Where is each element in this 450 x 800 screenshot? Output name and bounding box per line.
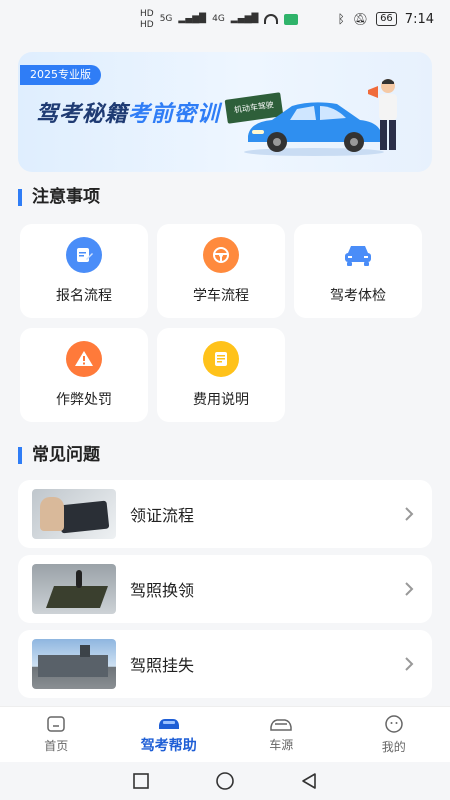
steering-wheel-icon xyxy=(203,237,239,273)
back-icon[interactable] xyxy=(300,772,318,790)
system-nav-bar xyxy=(0,762,450,800)
car-help-icon xyxy=(158,718,179,729)
status-right: ᛒ 🔕︎ 66 7:14 xyxy=(338,12,434,27)
faq-item-label: 驾照换领 xyxy=(130,581,195,600)
clock: 7:14 xyxy=(404,11,434,27)
notice-item-label: 报名流程 xyxy=(56,288,112,304)
status-bar: HD HD 5G ▂▄▆█ 4G ▂▄▆█ ᛒ 🔕︎ 66 7:14 xyxy=(0,0,450,38)
notice-item-signup[interactable]: 报名流程 xyxy=(20,224,148,318)
network-label-2: HD xyxy=(140,19,154,30)
license-thumbnail xyxy=(32,489,116,539)
banner-title-part2: 考前密训 xyxy=(128,102,221,127)
profile-icon xyxy=(385,715,403,733)
faq-item-license-renewal[interactable]: 驾照换领 xyxy=(18,555,432,623)
banner-tag: 2025专业版 xyxy=(20,65,101,85)
chevron-right-icon xyxy=(400,655,418,673)
bluetooth-icon: ᛒ xyxy=(337,12,345,26)
faq-item-license-lost[interactable]: 驾照挂失 xyxy=(18,630,432,698)
banner-title: 驾考秘籍考前密训 xyxy=(36,96,220,128)
car-outline-icon xyxy=(270,719,292,731)
network-label-1: HD xyxy=(140,8,154,19)
notice-item-label: 费用说明 xyxy=(193,392,249,408)
wifi-icon xyxy=(264,14,279,24)
banner-title-part1: 驾考秘籍 xyxy=(36,102,129,127)
status-left: HD HD 5G ▂▄▆█ 4G ▂▄▆█ xyxy=(140,8,299,30)
notice-item-learning[interactable]: 学车流程 xyxy=(157,224,285,318)
notice-item-label: 作弊处罚 xyxy=(56,392,112,408)
tab-car-source[interactable]: 车源 xyxy=(225,707,338,762)
signal-label-1: 5G xyxy=(159,14,173,24)
notice-item-fees[interactable]: 费用说明 xyxy=(157,328,285,422)
tab-label: 我的 xyxy=(381,740,406,754)
edit-doc-icon xyxy=(66,237,102,273)
home-circle-icon[interactable] xyxy=(215,771,235,791)
signal-label-2: 4G xyxy=(212,14,225,24)
notice-item-label: 学车流程 xyxy=(193,288,249,304)
recent-apps-icon[interactable] xyxy=(132,772,150,790)
tab-label: 车源 xyxy=(269,738,294,752)
home-icon xyxy=(47,716,65,732)
chevron-right-icon xyxy=(400,580,418,598)
promo-banner[interactable]: 2025专业版 驾考秘籍考前密训 机动车驾驶 xyxy=(18,52,432,172)
bottom-tab-bar: 首页 驾考帮助 车源 我的 xyxy=(0,706,450,762)
signal-bars-icon-2: ▂▄▆█ xyxy=(230,14,259,24)
battery-icon: 66 xyxy=(376,12,397,26)
faq-section-title: 常见问题 xyxy=(18,447,100,464)
receipt-icon xyxy=(203,341,239,377)
car-icon xyxy=(340,237,376,273)
signal-bars-icon: ▂▄▆█ xyxy=(178,14,207,24)
faq-item-label: 驾照挂失 xyxy=(130,656,195,675)
notice-item-medical[interactable]: 驾考体检 xyxy=(294,224,422,318)
mute-icon: 🔕︎ xyxy=(352,12,369,26)
instructor-illustration-icon xyxy=(368,79,397,150)
tab-profile[interactable]: 我的 xyxy=(338,707,450,762)
tab-home[interactable]: 首页 xyxy=(0,707,113,762)
tab-driving-help[interactable]: 驾考帮助 xyxy=(113,707,226,762)
notice-item-cheating[interactable]: 作弊处罚 xyxy=(20,328,148,422)
tab-label: 驾考帮助 xyxy=(140,737,197,754)
app-notification-icon xyxy=(284,13,299,25)
renewal-thumbnail xyxy=(32,564,116,614)
warning-icon xyxy=(66,341,102,377)
notice-section-title: 注意事项 xyxy=(18,189,100,206)
office-thumbnail xyxy=(32,639,116,689)
faq-item-label: 领证流程 xyxy=(130,506,195,525)
chevron-right-icon xyxy=(400,505,418,523)
faq-item-license-process[interactable]: 领证流程 xyxy=(18,480,432,548)
notice-item-label: 驾考体检 xyxy=(330,288,386,304)
tab-label: 首页 xyxy=(44,739,69,753)
